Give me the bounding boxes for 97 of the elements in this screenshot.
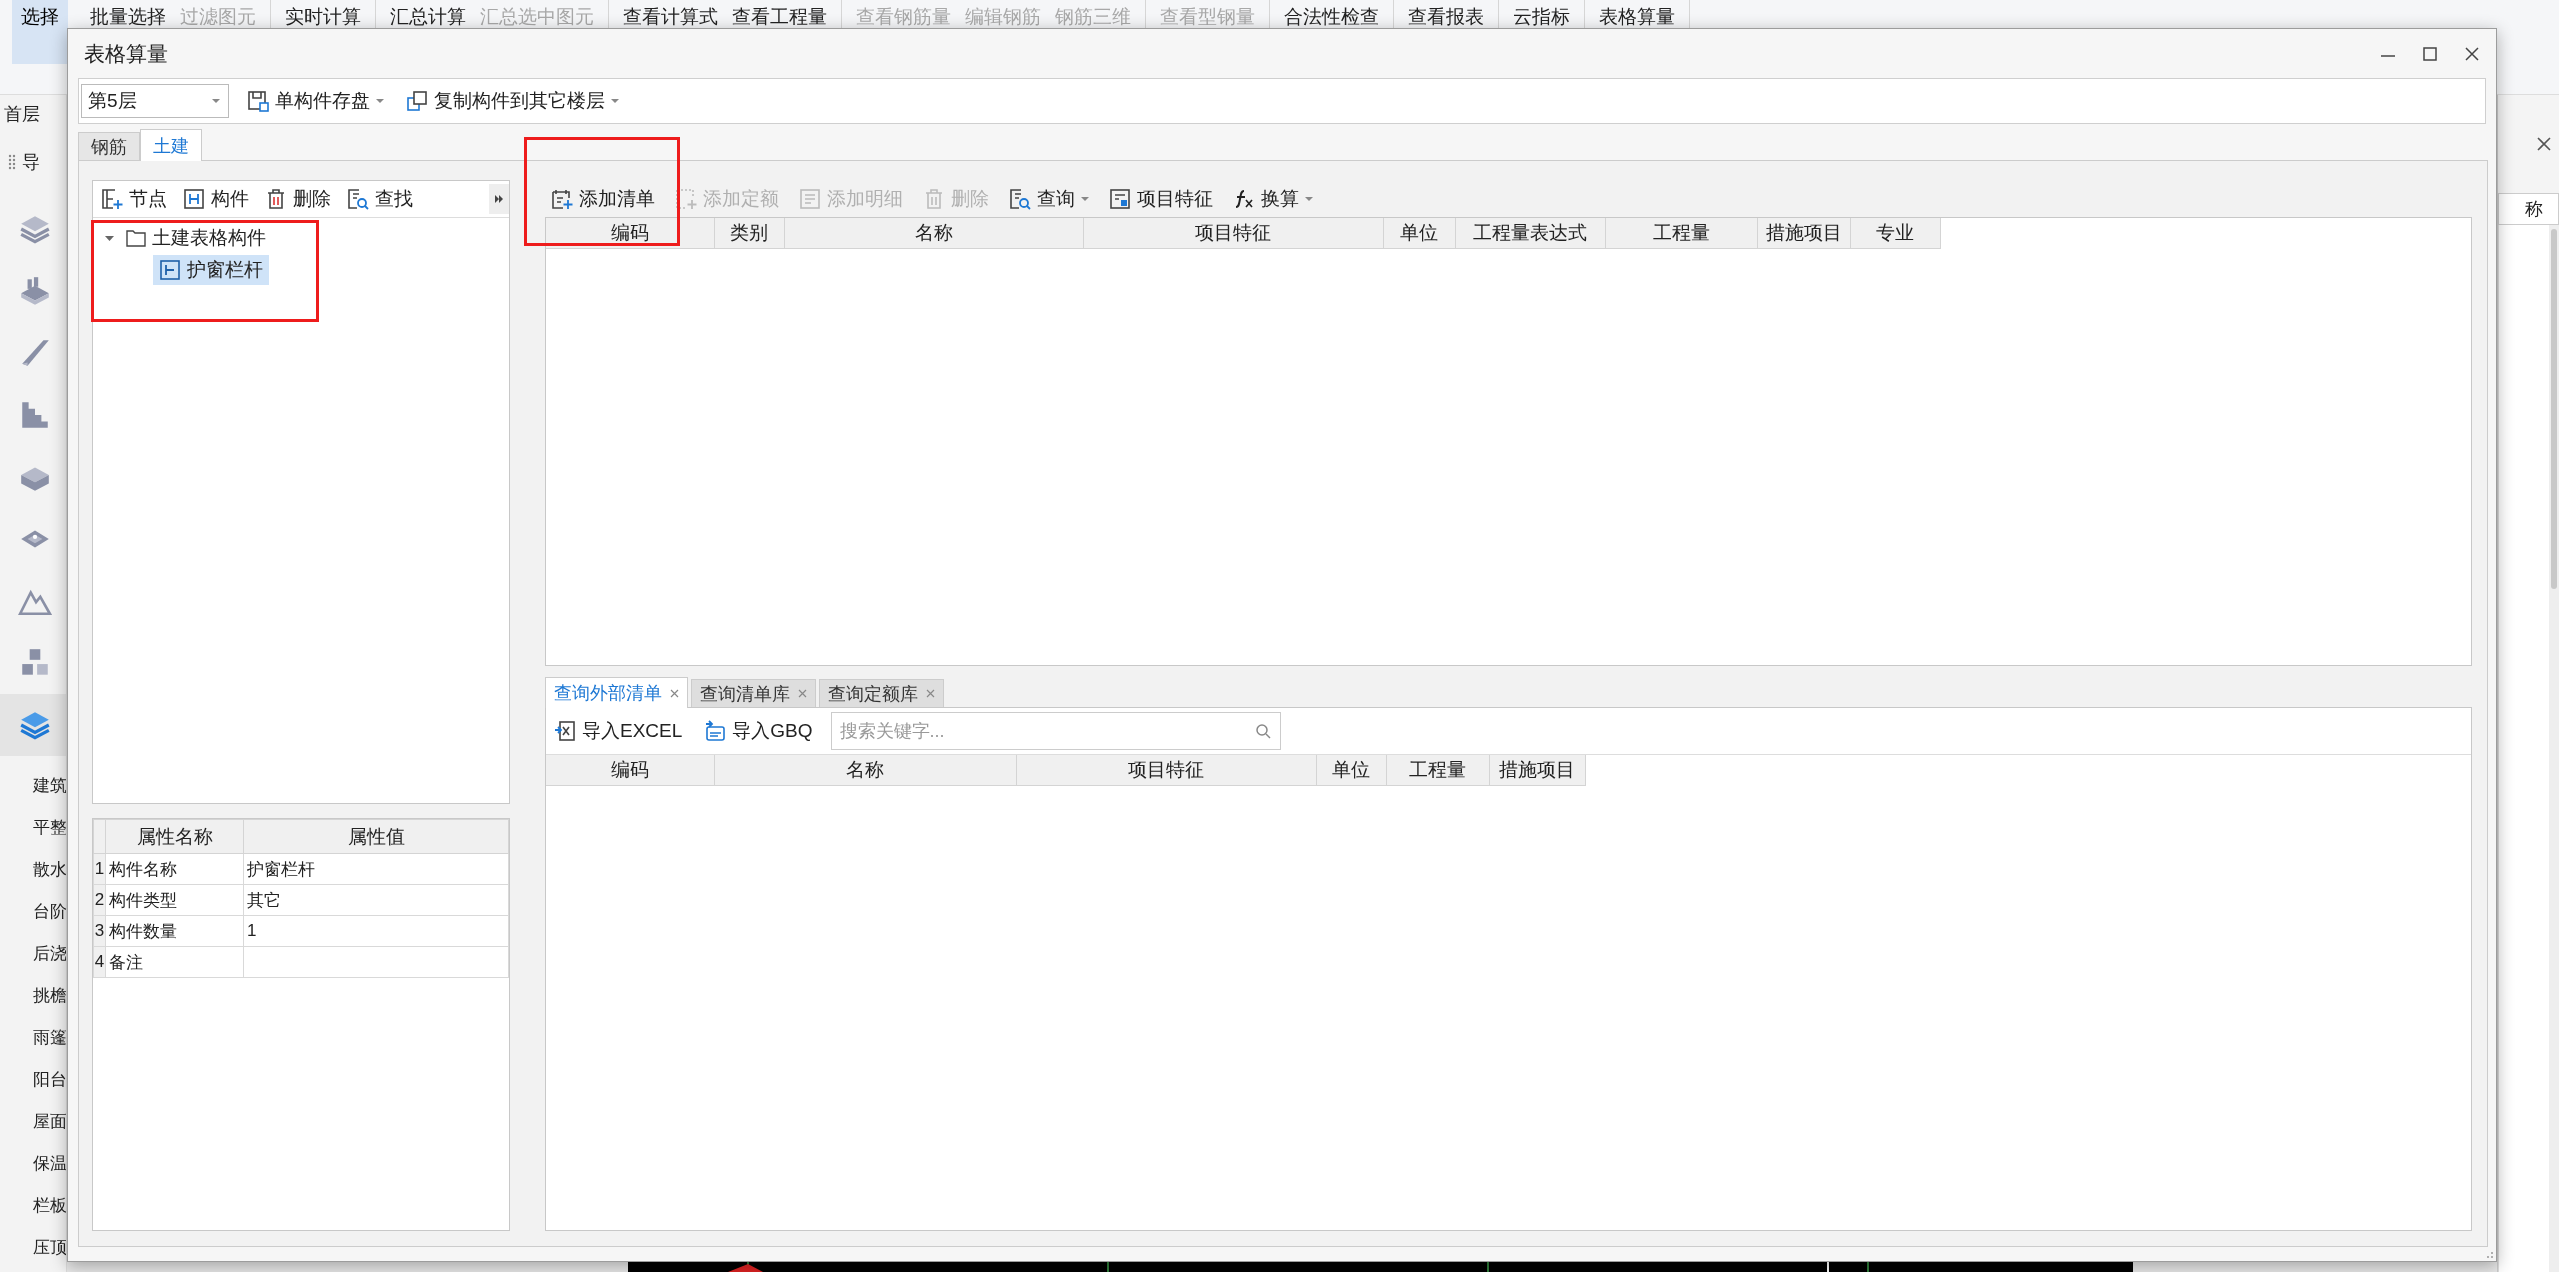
slab-icon[interactable] bbox=[18, 274, 52, 308]
table-cell[interactable]: 其它 bbox=[243, 884, 509, 916]
column-header: 属性名称 bbox=[105, 819, 244, 854]
floor-label[interactable]: 首层 bbox=[4, 102, 40, 126]
gbq-import-icon bbox=[704, 720, 727, 742]
column-header: 单位 bbox=[1383, 218, 1455, 249]
caret-icon bbox=[212, 97, 220, 105]
add-row-icon bbox=[675, 187, 697, 210]
toolbar-button[interactable]: 查询 bbox=[1005, 185, 1093, 212]
column-header: 措施项目 bbox=[1489, 755, 1585, 786]
table-cell: 构件名称 bbox=[105, 853, 244, 885]
table-cell: 构件类型 bbox=[105, 884, 244, 916]
toolbar-button[interactable]: 节点 bbox=[97, 186, 171, 212]
table-cell: 构件数量 bbox=[105, 915, 244, 947]
column-header: 项目特征 bbox=[1016, 755, 1316, 786]
table-cell[interactable]: 1 bbox=[243, 915, 509, 947]
column-header: 名称 bbox=[784, 218, 1083, 249]
category-item[interactable]: 压顶 bbox=[33, 1235, 66, 1259]
column-header: 工程量表达式 bbox=[1455, 218, 1605, 249]
save-icon bbox=[247, 90, 269, 112]
category-item[interactable]: 屋面 bbox=[33, 1109, 66, 1133]
category-item[interactable]: 栏板 bbox=[33, 1193, 66, 1217]
add-list-icon bbox=[551, 187, 573, 210]
folder-icon bbox=[126, 229, 146, 247]
toolbar-button[interactable]: 添加清单 bbox=[547, 185, 659, 212]
column-header: 专业 bbox=[1850, 218, 1940, 249]
column-header: 单位 bbox=[1316, 755, 1386, 786]
excel-import-icon bbox=[554, 720, 576, 742]
component-icon bbox=[159, 259, 181, 281]
search-icon bbox=[1009, 187, 1031, 210]
toolbar-button[interactable]: 查找 bbox=[343, 186, 417, 212]
detail-icon bbox=[799, 187, 821, 210]
panel-title: 导 bbox=[22, 151, 40, 174]
category-item[interactable]: 散水 bbox=[33, 857, 66, 881]
component-icon bbox=[183, 188, 205, 210]
column-header: 称 bbox=[2525, 198, 2543, 221]
category-item[interactable]: 雨篷 bbox=[33, 1025, 66, 1049]
caret-icon bbox=[1305, 194, 1313, 203]
tab[interactable]: 查询清单库 bbox=[691, 679, 816, 707]
resize-grip-icon[interactable] bbox=[2484, 1249, 2494, 1259]
row-number: 2 bbox=[93, 884, 106, 916]
search-icon[interactable] bbox=[1254, 723, 1271, 739]
feature-icon bbox=[1109, 187, 1131, 210]
caret-icon bbox=[611, 97, 619, 105]
more-button[interactable] bbox=[489, 184, 509, 214]
window-title: 表格算量 bbox=[84, 40, 169, 67]
toolbar-button[interactable]: 复制构件到其它楼层 bbox=[402, 88, 623, 114]
tab[interactable]: 土建 bbox=[140, 129, 202, 161]
category-item[interactable]: 建筑 bbox=[33, 773, 66, 797]
trash-icon bbox=[265, 188, 287, 210]
toolbar-button[interactable]: 构件 bbox=[179, 186, 253, 212]
category-item[interactable]: 挑檐 bbox=[33, 983, 66, 1007]
select-button[interactable]: 选择 bbox=[12, 0, 68, 64]
toolbar-button[interactable]: 单构件存盘 bbox=[243, 88, 388, 114]
row-number: 4 bbox=[93, 946, 106, 978]
table-cell[interactable]: 护窗栏杆 bbox=[243, 853, 509, 885]
column-header: 类别 bbox=[714, 218, 784, 249]
function-icon bbox=[1233, 187, 1255, 210]
column-header: 项目特征 bbox=[1083, 218, 1383, 249]
double-chevron-icon bbox=[494, 194, 504, 204]
tab[interactable]: 查询定额库 bbox=[819, 679, 944, 707]
row-number: 3 bbox=[93, 915, 106, 947]
caret-icon bbox=[376, 97, 384, 105]
import-button[interactable]: 导入EXCEL bbox=[550, 718, 687, 744]
row-number: 1 bbox=[93, 853, 106, 885]
category-item[interactable]: 台阶 bbox=[33, 899, 66, 923]
search-icon bbox=[347, 188, 369, 210]
caret-icon bbox=[1081, 194, 1089, 203]
column-header: 工程量 bbox=[1605, 218, 1757, 249]
toolbar-button[interactable]: 项目特征 bbox=[1105, 185, 1217, 212]
nav-item[interactable] bbox=[0, 694, 66, 756]
import-button[interactable]: 导入GBQ bbox=[700, 718, 817, 744]
add-node-icon bbox=[101, 188, 123, 210]
toolbar-button[interactable]: 删除 bbox=[261, 186, 335, 212]
collapse-icon[interactable] bbox=[105, 233, 114, 243]
tab[interactable]: 钢筋 bbox=[78, 132, 140, 160]
column-header: 属性值 bbox=[243, 819, 509, 854]
column-header: 措施项目 bbox=[1757, 218, 1850, 249]
table-cell: 备注 bbox=[105, 946, 244, 978]
search-field[interactable]: 搜索关键字... bbox=[830, 712, 1281, 750]
category-item[interactable]: 后浇 bbox=[33, 941, 66, 965]
column-header: 编码 bbox=[546, 755, 714, 786]
grip-icon[interactable] bbox=[8, 154, 16, 170]
floor-select[interactable]: 第5层 bbox=[81, 84, 229, 118]
column-header: 名称 bbox=[714, 755, 1016, 786]
tab[interactable]: 查询外部清单 bbox=[545, 677, 688, 708]
tree-item[interactable]: 土建表格构件 bbox=[120, 223, 272, 253]
close-icon[interactable] bbox=[2537, 137, 2551, 151]
copy-icon bbox=[406, 90, 428, 112]
trash-icon bbox=[923, 187, 945, 210]
category-item[interactable]: 保温 bbox=[33, 1151, 66, 1175]
column-header: 工程量 bbox=[1386, 755, 1489, 786]
column-header: 编码 bbox=[546, 218, 714, 249]
category-item[interactable]: 平整 bbox=[33, 815, 66, 839]
tree-item[interactable]: 护窗栏杆 bbox=[153, 255, 269, 285]
toolbar-button[interactable]: 换算 bbox=[1229, 185, 1317, 212]
category-item[interactable]: 阳台 bbox=[33, 1067, 66, 1091]
